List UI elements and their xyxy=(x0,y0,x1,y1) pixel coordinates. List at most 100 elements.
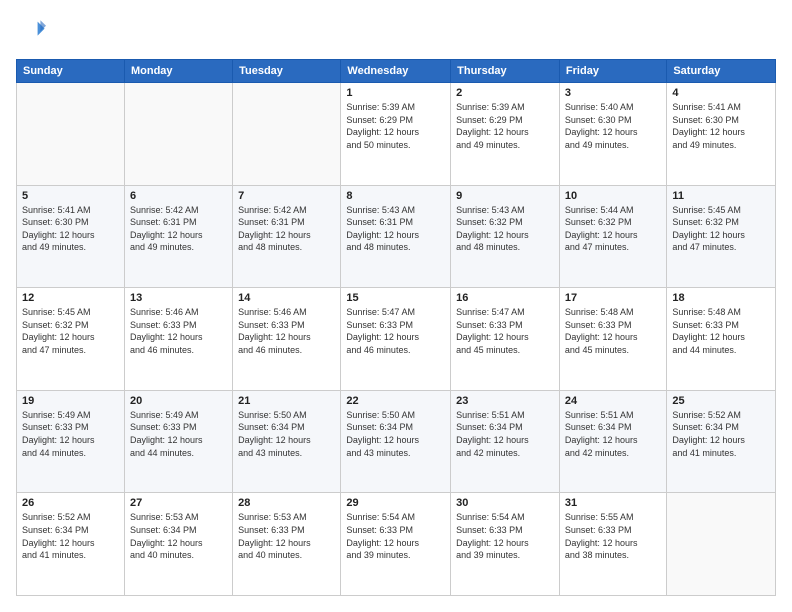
calendar-week-row: 19 Sunrise: 5:49 AMSunset: 6:33 PMDayligh… xyxy=(17,390,776,493)
calendar-cell: 16 Sunrise: 5:47 AMSunset: 6:33 PMDayligh… xyxy=(451,288,560,391)
calendar-cell: 21Sunrise: 5:50 AMSunset: 6:34 PMDayligh… xyxy=(233,390,341,493)
calendar-cell: 11 Sunrise: 5:45 AMSunset: 6:32 PMDayligh… xyxy=(667,185,776,288)
calendar-cell: 24 Sunrise: 5:51 AMSunset: 6:34 PMDayligh… xyxy=(559,390,666,493)
day-info: Sunrise: 5:54 AMSunset: 6:33 PMDaylight:… xyxy=(456,511,554,561)
weekday-header-saturday: Saturday xyxy=(667,60,776,83)
calendar-cell: 15Sunrise: 5:47 AMSunset: 6:33 PMDayligh… xyxy=(341,288,451,391)
day-number: 4 xyxy=(672,87,770,99)
day-info: Sunrise: 5:47 AMSunset: 6:33 PMDaylight:… xyxy=(456,306,554,356)
day-info: Sunrise: 5:39 AMSunset: 6:29 PMDaylight:… xyxy=(456,101,554,151)
calendar-cell: 17 Sunrise: 5:48 AMSunset: 6:33 PMDayligh… xyxy=(559,288,666,391)
day-number: 26 xyxy=(22,497,119,509)
day-number: 18 xyxy=(672,292,770,304)
day-number: 13 xyxy=(130,292,227,304)
day-info: Sunrise: 5:41 AMSunset: 6:30 PMDaylight:… xyxy=(672,101,770,151)
day-info: Sunrise: 5:50 AMSunset: 6:34 PMDaylight:… xyxy=(238,409,335,459)
calendar-cell: 22Sunrise: 5:50 AMSunset: 6:34 PMDayligh… xyxy=(341,390,451,493)
day-number: 20 xyxy=(130,395,227,407)
day-info: Sunrise: 5:55 AMSunset: 6:33 PMDaylight:… xyxy=(565,511,661,561)
day-info: Sunrise: 5:53 AMSunset: 6:33 PMDaylight:… xyxy=(238,511,335,561)
day-number: 5 xyxy=(22,190,119,202)
logo-icon xyxy=(18,16,46,44)
day-info: Sunrise: 5:42 AMSunset: 6:31 PMDaylight:… xyxy=(238,204,335,254)
day-info: Sunrise: 5:45 AMSunset: 6:32 PMDaylight:… xyxy=(672,204,770,254)
calendar-cell: 5 Sunrise: 5:41 AMSunset: 6:30 PMDaylight… xyxy=(17,185,125,288)
calendar-cell xyxy=(667,493,776,596)
day-number: 16 xyxy=(456,292,554,304)
calendar-cell xyxy=(124,83,232,186)
calendar-cell: 25 Sunrise: 5:52 AMSunset: 6:34 PMDayligh… xyxy=(667,390,776,493)
day-info: Sunrise: 5:40 AMSunset: 6:30 PMDaylight:… xyxy=(565,101,661,151)
day-info: Sunrise: 5:54 AMSunset: 6:33 PMDaylight:… xyxy=(346,511,445,561)
day-number: 14 xyxy=(238,292,335,304)
calendar-cell: 27Sunrise: 5:53 AMSunset: 6:34 PMDayligh… xyxy=(124,493,232,596)
calendar-week-row: 26 Sunrise: 5:52 AMSunset: 6:34 PMDayligh… xyxy=(17,493,776,596)
calendar-cell: 20 Sunrise: 5:49 AMSunset: 6:33 PMDayligh… xyxy=(124,390,232,493)
day-number: 2 xyxy=(456,87,554,99)
day-info: Sunrise: 5:52 AMSunset: 6:34 PMDaylight:… xyxy=(672,409,770,459)
weekday-header-tuesday: Tuesday xyxy=(233,60,341,83)
day-number: 28 xyxy=(238,497,335,509)
weekday-header-wednesday: Wednesday xyxy=(341,60,451,83)
day-number: 6 xyxy=(130,190,227,202)
calendar-cell: 3 Sunrise: 5:40 AMSunset: 6:30 PMDaylight… xyxy=(559,83,666,186)
day-number: 25 xyxy=(672,395,770,407)
weekday-header-monday: Monday xyxy=(124,60,232,83)
calendar-cell: 18 Sunrise: 5:48 AMSunset: 6:33 PMDayligh… xyxy=(667,288,776,391)
day-number: 11 xyxy=(672,190,770,202)
calendar-cell: 8 Sunrise: 5:43 AMSunset: 6:31 PMDaylight… xyxy=(341,185,451,288)
calendar-cell: 4 Sunrise: 5:41 AMSunset: 6:30 PMDaylight… xyxy=(667,83,776,186)
day-info: Sunrise: 5:51 AMSunset: 6:34 PMDaylight:… xyxy=(565,409,661,459)
calendar-cell: 6 Sunrise: 5:42 AMSunset: 6:31 PMDaylight… xyxy=(124,185,232,288)
day-info: Sunrise: 5:52 AMSunset: 6:34 PMDaylight:… xyxy=(22,511,119,561)
calendar-cell: 14 Sunrise: 5:46 AMSunset: 6:33 PMDayligh… xyxy=(233,288,341,391)
day-number: 9 xyxy=(456,190,554,202)
calendar-cell: 2 Sunrise: 5:39 AMSunset: 6:29 PMDaylight… xyxy=(451,83,560,186)
day-info: Sunrise: 5:51 AMSunset: 6:34 PMDaylight:… xyxy=(456,409,554,459)
day-number: 12 xyxy=(22,292,119,304)
day-info: Sunrise: 5:49 AMSunset: 6:33 PMDaylight:… xyxy=(130,409,227,459)
day-info: Sunrise: 5:43 AMSunset: 6:32 PMDaylight:… xyxy=(456,204,554,254)
calendar-week-row: 1Sunrise: 5:39 AMSunset: 6:29 PMDaylight… xyxy=(17,83,776,186)
calendar-cell xyxy=(17,83,125,186)
page: SundayMondayTuesdayWednesdayThursdayFrid… xyxy=(0,0,792,612)
calendar-week-row: 5 Sunrise: 5:41 AMSunset: 6:30 PMDaylight… xyxy=(17,185,776,288)
day-info: Sunrise: 5:46 AMSunset: 6:33 PMDaylight:… xyxy=(238,306,335,356)
calendar-cell: 30 Sunrise: 5:54 AMSunset: 6:33 PMDayligh… xyxy=(451,493,560,596)
header xyxy=(16,16,776,49)
logo xyxy=(16,16,46,49)
day-info: Sunrise: 5:49 AMSunset: 6:33 PMDaylight:… xyxy=(22,409,119,459)
calendar-cell: 1Sunrise: 5:39 AMSunset: 6:29 PMDaylight… xyxy=(341,83,451,186)
weekday-header-sunday: Sunday xyxy=(17,60,125,83)
calendar-cell: 10 Sunrise: 5:44 AMSunset: 6:32 PMDayligh… xyxy=(559,185,666,288)
weekday-header-friday: Friday xyxy=(559,60,666,83)
day-number: 31 xyxy=(565,497,661,509)
calendar-cell: 19 Sunrise: 5:49 AMSunset: 6:33 PMDayligh… xyxy=(17,390,125,493)
weekday-header-thursday: Thursday xyxy=(451,60,560,83)
day-number: 24 xyxy=(565,395,661,407)
day-number: 30 xyxy=(456,497,554,509)
day-number: 17 xyxy=(565,292,661,304)
day-number: 8 xyxy=(346,190,445,202)
day-info: Sunrise: 5:41 AMSunset: 6:30 PMDaylight:… xyxy=(22,204,119,254)
calendar-table: SundayMondayTuesdayWednesdayThursdayFrid… xyxy=(16,59,776,596)
day-number: 23 xyxy=(456,395,554,407)
calendar-cell: 12Sunrise: 5:45 AMSunset: 6:32 PMDayligh… xyxy=(17,288,125,391)
calendar-week-row: 12Sunrise: 5:45 AMSunset: 6:32 PMDayligh… xyxy=(17,288,776,391)
day-number: 22 xyxy=(346,395,445,407)
calendar-cell: 28 Sunrise: 5:53 AMSunset: 6:33 PMDayligh… xyxy=(233,493,341,596)
day-number: 10 xyxy=(565,190,661,202)
day-number: 7 xyxy=(238,190,335,202)
calendar-cell: 31 Sunrise: 5:55 AMSunset: 6:33 PMDayligh… xyxy=(559,493,666,596)
day-info: Sunrise: 5:42 AMSunset: 6:31 PMDaylight:… xyxy=(130,204,227,254)
day-info: Sunrise: 5:46 AMSunset: 6:33 PMDaylight:… xyxy=(130,306,227,356)
day-info: Sunrise: 5:48 AMSunset: 6:33 PMDaylight:… xyxy=(672,306,770,356)
calendar-cell: 26 Sunrise: 5:52 AMSunset: 6:34 PMDayligh… xyxy=(17,493,125,596)
day-info: Sunrise: 5:48 AMSunset: 6:33 PMDaylight:… xyxy=(565,306,661,356)
day-info: Sunrise: 5:44 AMSunset: 6:32 PMDaylight:… xyxy=(565,204,661,254)
day-number: 19 xyxy=(22,395,119,407)
day-info: Sunrise: 5:43 AMSunset: 6:31 PMDaylight:… xyxy=(346,204,445,254)
day-number: 3 xyxy=(565,87,661,99)
day-info: Sunrise: 5:39 AMSunset: 6:29 PMDaylight:… xyxy=(346,101,445,151)
calendar-cell: 9 Sunrise: 5:43 AMSunset: 6:32 PMDaylight… xyxy=(451,185,560,288)
